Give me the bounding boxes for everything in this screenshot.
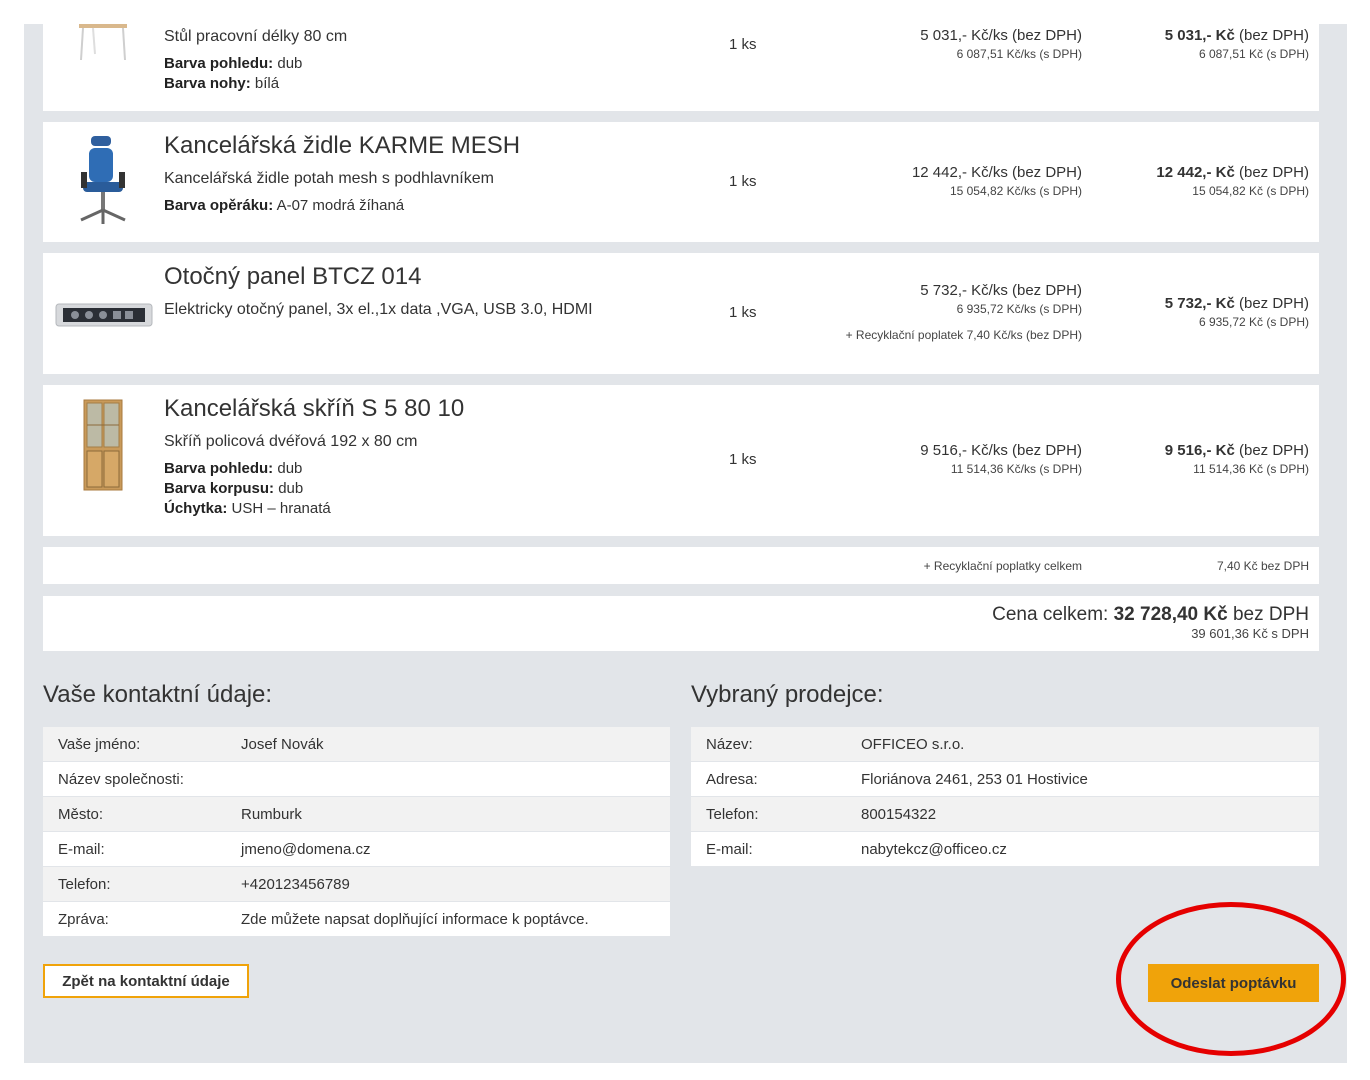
line-total-vat: 15 054,82 Kč (s DPH) [1192, 184, 1309, 198]
line-total: 9 516,- Kč (bez DPH) [1164, 442, 1309, 459]
table-row: E-mail: nabytekcz@officeo.cz [691, 831, 1319, 867]
unit-price-vat: 15 054,82 Kč/ks (s DPH) [949, 184, 1082, 198]
back-to-contact-button[interactable]: Zpět na kontaktní údaje [43, 964, 249, 998]
chair-thumbnail [80, 136, 126, 224]
product-attribute: Barva nohy: bílá [164, 75, 280, 92]
line-total-vat: 6 087,51 Kč (s DPH) [1198, 47, 1309, 61]
contact-table: Vaše jméno: Josef Novák Název společnosti… [43, 727, 670, 937]
product-attribute: Barva korpusu: dub [164, 480, 304, 497]
line-total-vat: 11 514,36 Kč (s DPH) [1193, 462, 1309, 476]
product-row: Otočný panel BTCZ 014 Elektricky otočný … [43, 253, 1319, 374]
table-row: Město: Rumburk [43, 796, 670, 832]
grand-total-vat: 39 601,36 Kč s DPH [1191, 626, 1309, 641]
line-total: 5 732,- Kč (bez DPH) [1164, 295, 1309, 312]
line-total-vat: 6 935,72 Kč (s DPH) [1198, 315, 1309, 329]
quantity: 1 ks [729, 304, 757, 321]
product-attribute: Barva pohledu: dub [164, 55, 303, 72]
table-row: Telefon: +420123456789 [43, 866, 670, 902]
product-description: Elektricky otočný panel, 3x el.,1x data … [164, 301, 593, 318]
field-value: +420123456789 [226, 866, 670, 902]
field-label: Město: [43, 796, 226, 832]
unit-price: 5 732,- Kč/ks (bez DPH) [920, 282, 1082, 299]
product-description: Stůl pracovní délky 80 cm [164, 28, 348, 45]
field-label: Vaše jméno: [43, 727, 226, 762]
recycling-total-row: + Recyklační poplatky celkem 7,40 Kč bez… [43, 547, 1319, 584]
table-row: Zpráva: Zde můžete napsat doplňující info… [43, 901, 670, 937]
recycling-total-value: 7,40 Kč bez DPH [1216, 559, 1309, 573]
field-value: Josef Novák [226, 727, 670, 762]
field-value: OFFICEO s.r.o. [846, 727, 1319, 762]
product-description: Skříň policová dvéřová 192 x 80 cm [164, 433, 418, 450]
product-row: Stůl pracovní délky 80 cm Barva pohledu:… [43, 24, 1319, 111]
field-label: Telefon: [691, 796, 846, 832]
field-value: Rumburk [226, 796, 670, 832]
product-attribute: Barva pohledu: dub [164, 460, 303, 477]
product-title[interactable]: Otočný panel BTCZ 014 [164, 263, 421, 291]
product-attribute: Úchytka: USH – hranatá [164, 500, 331, 517]
field-value: nabytekcz@officeo.cz [846, 831, 1319, 867]
unit-price: 5 031,- Kč/ks (bez DPH) [920, 27, 1082, 44]
recycling-total-label: + Recyklační poplatky celkem [923, 559, 1082, 573]
field-label: Název společnosti: [43, 761, 226, 797]
seller-table: Název: OFFICEO s.r.o. Adresa: Floriánova 2… [691, 727, 1319, 867]
field-value [226, 761, 670, 797]
cabinet-thumbnail [83, 399, 123, 491]
field-value: Floriánova 2461, 253 01 Hostivice [846, 761, 1319, 797]
line-total: 5 031,- Kč (bez DPH) [1164, 27, 1309, 44]
grand-total: Cena celkem: 32 728,40 Kč bez DPH [992, 604, 1309, 625]
product-row: Kancelářská židle KARME MESH Kancelářská… [43, 122, 1319, 242]
product-title[interactable]: Kancelářská židle KARME MESH [164, 132, 520, 160]
field-value: 800154322 [846, 796, 1319, 832]
table-row: Vaše jméno: Josef Novák [43, 727, 670, 762]
product-title[interactable]: Kancelářská skříň S 5 80 10 [164, 395, 464, 423]
quantity: 1 ks [729, 173, 757, 190]
desk-thumbnail [79, 24, 127, 61]
seller-section-title: Vybraný prodejce: [691, 681, 884, 708]
field-label: E-mail: [691, 831, 846, 867]
grand-total-row: Cena celkem: 32 728,40 Kč bez DPH 39 601… [43, 596, 1319, 651]
panel-thumbnail [55, 303, 153, 327]
table-row: Název společnosti: [43, 761, 670, 797]
product-attribute: Barva opěráku: A-07 modrá žíhaná [164, 197, 405, 214]
quantity: 1 ks [729, 36, 757, 53]
unit-price: 12 442,- Kč/ks (bez DPH) [911, 164, 1082, 181]
product-description: Kancelářská židle potah mesh s podhlavní… [164, 170, 494, 187]
unit-price-vat: 6 935,72 Kč/ks (s DPH) [956, 302, 1082, 316]
quantity: 1 ks [729, 451, 757, 468]
field-label: E-mail: [43, 831, 226, 867]
table-row: E-mail: jmeno@domena.cz [43, 831, 670, 867]
unit-price-vat: 6 087,51 Kč/ks (s DPH) [956, 47, 1082, 61]
submit-inquiry-button[interactable]: Odeslat poptávku [1148, 964, 1319, 1002]
contact-section-title: Vaše kontaktní údaje: [43, 681, 273, 708]
table-row: Název: OFFICEO s.r.o. [691, 727, 1319, 762]
table-row: Adresa: Floriánova 2461, 253 01 Hostivice [691, 761, 1319, 797]
field-value: jmeno@domena.cz [226, 831, 670, 867]
line-total: 12 442,- Kč (bez DPH) [1156, 164, 1309, 181]
unit-price: 9 516,- Kč/ks (bez DPH) [920, 442, 1082, 459]
field-label: Zpráva: [43, 901, 226, 937]
field-label: Název: [691, 727, 846, 762]
product-row: Kancelářská skříň S 5 80 10 Skříň polico… [43, 385, 1319, 536]
table-row: Telefon: 800154322 [691, 796, 1319, 832]
unit-price-vat: 11 514,36 Kč/ks (s DPH) [950, 462, 1082, 476]
recycling-fee: + Recyklační poplatek 7,40 Kč/ks (bez DP… [845, 328, 1082, 342]
field-label: Telefon: [43, 866, 226, 902]
field-label: Adresa: [691, 761, 846, 797]
field-value: Zde můžete napsat doplňující informace k… [226, 901, 670, 937]
